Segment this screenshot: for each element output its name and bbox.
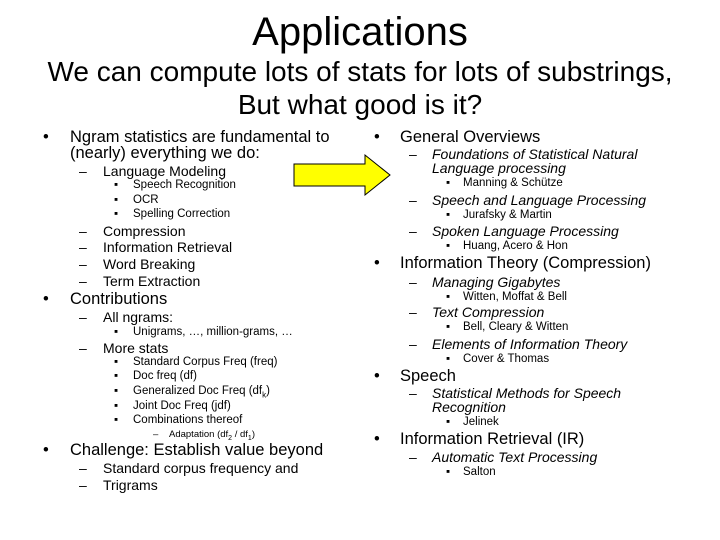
square-bullet-icon: ▪ (446, 466, 451, 478)
square-bullet-icon: ▪ (114, 194, 119, 206)
dash-icon: – (409, 192, 417, 208)
all-ngrams-item: Unigrams, …, million-grams, … (133, 326, 293, 338)
book-authors: Manning & Schütze (463, 177, 563, 189)
dash-icon: – (409, 449, 417, 465)
more-stats: More stats (103, 340, 169, 356)
ngram-heading-line2: (nearly) everything we do: (70, 144, 260, 162)
adaptation-close: ) (251, 429, 255, 440)
right-arrow-icon (293, 153, 391, 197)
book-authors: Bell, Cleary & Witten (463, 321, 569, 333)
dash-icon: – (79, 256, 87, 272)
book-title: Managing Gigabytes (432, 274, 561, 290)
book-authors: Cover & Thomas (463, 353, 550, 365)
challenge-item: Trigrams (103, 477, 158, 493)
info-theory-heading: Information Theory (Compression) (400, 254, 651, 272)
square-bullet-icon: ▪ (114, 326, 119, 338)
adaptation-text: Adaptation (df (169, 429, 229, 440)
all-ngrams: All ngrams: (103, 309, 174, 325)
stat-item: Generalized Doc Freq (dfk) (133, 385, 270, 401)
book-authors: Jurafsky & Martin (463, 209, 552, 221)
square-bullet-icon: ▪ (446, 240, 451, 252)
stat-item: Doc freq (df) (133, 370, 197, 382)
challenge-heading: Challenge: Establish value beyond (70, 441, 324, 459)
bullet-icon: • (374, 254, 380, 272)
lm-item: Speech Recognition (133, 179, 236, 191)
square-bullet-icon: ▪ (446, 177, 451, 189)
ir-heading: Information Retrieval (IR) (400, 430, 585, 448)
book-authors: Huang, Acero & Hon (463, 240, 568, 252)
book-title: Elements of Information Theory (432, 336, 628, 352)
stat-item: Standard Corpus Freq (freq) (133, 356, 278, 368)
book-title: Automatic Text Processing (432, 449, 598, 465)
square-bullet-icon: ▪ (446, 321, 451, 333)
ngram-use: Word Breaking (103, 256, 196, 272)
book-title: Recognition (432, 399, 506, 415)
dash-icon: – (79, 340, 87, 356)
dash-icon: – (79, 309, 87, 325)
dash-icon: – (409, 223, 417, 239)
dash-icon: – (79, 163, 87, 179)
square-bullet-icon: ▪ (446, 209, 451, 221)
stat-item: Joint Doc Freq (jdf) (133, 400, 231, 412)
contributions-heading: Contributions (70, 290, 168, 308)
bullet-icon: • (374, 430, 380, 448)
stat-item: Combinations thereof (133, 414, 243, 426)
book-authors: Jelinek (463, 416, 499, 428)
general-overviews-heading: General Overviews (400, 128, 541, 146)
adaptation-mid: / df (232, 429, 248, 440)
square-bullet-icon: ▪ (446, 353, 451, 365)
stat-close: ) (266, 385, 270, 397)
book-authors: Witten, Moffat & Bell (463, 291, 567, 303)
dash-icon: – (79, 477, 87, 493)
lm-item: OCR (133, 194, 159, 206)
square-bullet-icon: ▪ (114, 179, 119, 191)
square-bullet-icon: ▪ (114, 208, 119, 220)
language-modeling: Language Modeling (103, 163, 226, 179)
dash-icon: – (409, 146, 417, 162)
bullet-icon: • (43, 128, 49, 146)
square-bullet-icon: ▪ (114, 400, 119, 412)
dash-icon: – (79, 239, 87, 255)
square-bullet-icon: ▪ (446, 291, 451, 303)
ngram-use: Information Retrieval (103, 239, 233, 255)
dash-icon: – (409, 336, 417, 352)
dash-icon: – (79, 273, 87, 289)
lm-item: Spelling Correction (133, 208, 231, 220)
dash-icon: – (79, 223, 87, 239)
book-title: Language processing (432, 160, 566, 176)
book-title: Text Compression (432, 304, 545, 320)
dash-icon: – (409, 385, 417, 401)
square-bullet-icon: ▪ (114, 414, 119, 426)
dash-icon: – (153, 429, 159, 440)
book-authors: Salton (463, 466, 496, 478)
dash-icon: – (409, 304, 417, 320)
bullet-icon: • (374, 367, 380, 385)
bullet-icon: • (43, 441, 49, 459)
square-bullet-icon: ▪ (114, 385, 119, 397)
slide-subtitle-line1: We can compute lots of stats for lots of… (47, 56, 673, 87)
square-bullet-icon: ▪ (114, 370, 119, 382)
square-bullet-icon: ▪ (446, 416, 451, 428)
dash-icon: – (409, 274, 417, 290)
square-bullet-icon: ▪ (114, 356, 119, 368)
bullet-icon: • (43, 290, 49, 308)
challenge-item: Standard corpus frequency and (103, 460, 299, 476)
book-title: Speech and Language Processing (432, 192, 647, 208)
slide-title: Applications (252, 10, 468, 54)
stat-text: Generalized Doc Freq (df (133, 385, 263, 397)
bullet-icon: • (374, 128, 380, 146)
dash-icon: – (79, 460, 87, 476)
book-title: Spoken Language Processing (432, 223, 619, 239)
ngram-use: Term Extraction (103, 273, 201, 289)
speech-heading: Speech (400, 367, 456, 385)
ngram-use: Compression (103, 223, 186, 239)
slide-subtitle-line2: But what good is it? (237, 89, 483, 120)
